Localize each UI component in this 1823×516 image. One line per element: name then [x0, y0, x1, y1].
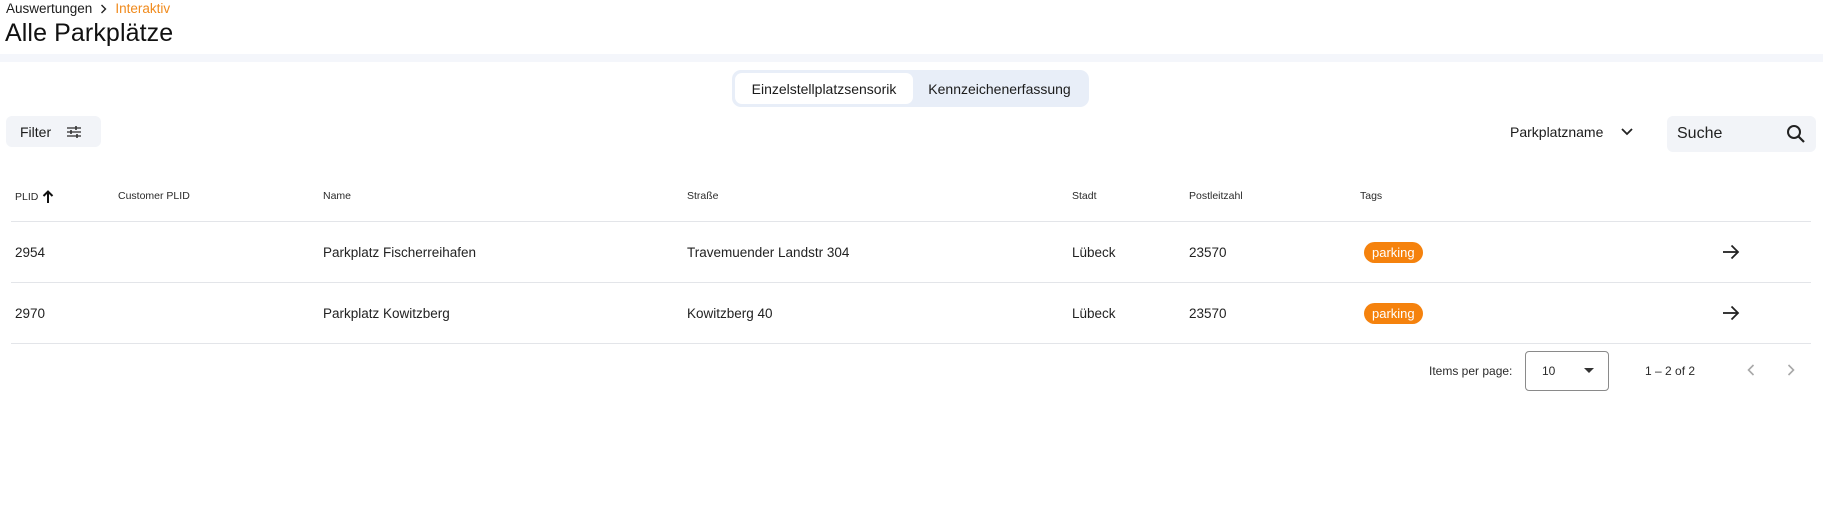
filter-button[interactable]: Filter	[6, 116, 101, 147]
tune-icon	[67, 125, 82, 138]
column-header-label: PLID	[15, 190, 39, 203]
paginator: Items per page: 10 1 – 2 of 2	[0, 351, 1823, 391]
column-header-tags: Tags	[1360, 190, 1383, 202]
items-per-page-label: Items per page:	[1429, 364, 1513, 378]
column-header-name[interactable]: Name	[323, 190, 351, 202]
cell-city: Lübeck	[1072, 305, 1116, 321]
breadcrumb: Auswertungen Interaktiv	[6, 1, 170, 16]
cell-zip: 23570	[1189, 305, 1227, 321]
chevron-right-icon	[99, 4, 108, 14]
column-header-plid[interactable]: PLID	[15, 190, 54, 203]
cell-plid: 2970	[15, 305, 46, 321]
sort-field-label: Parkplatzname	[1510, 124, 1604, 140]
page-size-select[interactable]: 10	[1525, 351, 1609, 391]
tag-badge: parking	[1364, 241, 1423, 263]
caret-down-icon	[1584, 368, 1594, 373]
cell-tags: parking	[1364, 222, 1423, 282]
cell-tags: parking	[1364, 283, 1423, 343]
page-header: Auswertungen Interaktiv Alle Parkplätze	[0, 0, 1823, 54]
cell-name: Parkplatz Fischerreihafen	[323, 244, 477, 260]
table-row[interactable]: 2970 Parkplatz Kowitzberg Kowitzberg 40 …	[11, 283, 1811, 344]
cell-zip: 23570	[1189, 244, 1227, 260]
tab-kennzeichenerfassung[interactable]: Kennzeichenerfassung	[913, 73, 1086, 104]
cell-street: Kowitzberg 40	[687, 305, 773, 321]
tag-badge: parking	[1364, 302, 1423, 324]
cell-street: Travemuender Landstr 304	[687, 244, 850, 260]
view-tab-group: Einzelstellplatzsensorik Kennzeichenerfa…	[732, 70, 1089, 107]
filter-button-label: Filter	[20, 123, 52, 140]
cell-city: Lübeck	[1072, 244, 1116, 260]
arrow-up-icon	[42, 190, 54, 203]
search-box	[1667, 116, 1816, 152]
search-icon[interactable]	[1786, 124, 1806, 144]
chevron-left-icon	[1747, 364, 1755, 376]
breadcrumb-current: Interaktiv	[115, 1, 171, 16]
next-page-button[interactable]	[1780, 359, 1802, 384]
table-header: PLID Customer PLID Name Straße Stadt Pos…	[11, 176, 1811, 222]
column-header-city[interactable]: Stadt	[1072, 190, 1097, 202]
parking-table: PLID Customer PLID Name Straße Stadt Pos…	[11, 176, 1811, 344]
column-header-street[interactable]: Straße	[687, 190, 719, 202]
sort-field-select[interactable]: Parkplatzname	[1510, 119, 1634, 145]
open-row-button[interactable]	[1722, 222, 1740, 282]
breadcrumb-parent[interactable]: Auswertungen	[6, 1, 92, 16]
header-divider	[0, 54, 1823, 62]
table-row[interactable]: 2954 Parkplatz Fischerreihafen Travemuen…	[11, 222, 1811, 283]
search-input[interactable]	[1677, 125, 1781, 143]
column-header-zip[interactable]: Postleitzahl	[1189, 190, 1243, 202]
cell-name: Parkplatz Kowitzberg	[323, 305, 450, 321]
arrow-right-icon	[1722, 305, 1740, 321]
open-row-button[interactable]	[1722, 283, 1740, 343]
arrow-right-icon	[1722, 244, 1740, 260]
chevron-down-icon	[1621, 128, 1634, 136]
page-title: Alle Parkplätze	[5, 19, 174, 47]
previous-page-button[interactable]	[1740, 359, 1762, 384]
page-size-value: 10	[1542, 364, 1556, 378]
tab-einzelstellplatzsensorik[interactable]: Einzelstellplatzsensorik	[735, 73, 913, 104]
chevron-right-icon	[1787, 364, 1795, 376]
page-range-label: 1 – 2 of 2	[1645, 364, 1696, 378]
cell-plid: 2954	[15, 244, 46, 260]
column-header-customer-plid[interactable]: Customer PLID	[118, 190, 190, 202]
